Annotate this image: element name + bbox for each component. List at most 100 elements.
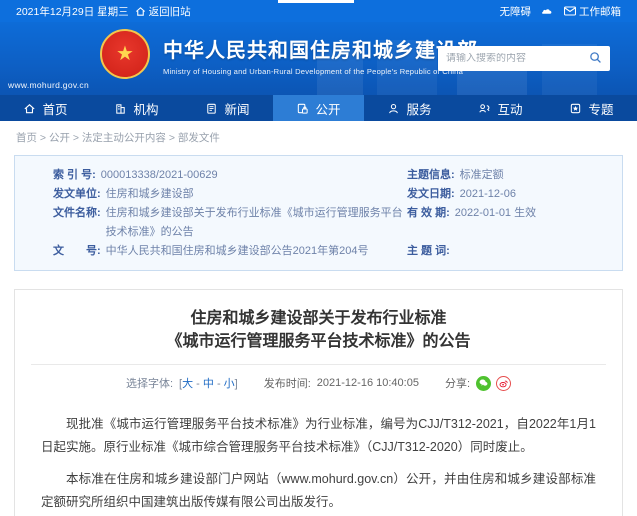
service-person-icon	[387, 102, 400, 115]
title-divider	[31, 364, 606, 365]
info-row: 索 引 号: 000013338/2021-00629 主题信息: 标准定额	[15, 166, 622, 185]
info-label: 索 引 号:	[53, 169, 96, 181]
font-size-medium-link[interactable]: 中	[203, 378, 214, 390]
search-box	[438, 46, 610, 71]
nav-label: 机构	[133, 102, 159, 117]
info-cell-valid-date: 有 效 期: 2022-01-01 生效	[407, 204, 622, 242]
nav-item-home[interactable]: 首页	[0, 95, 91, 121]
font-select-label: 选择字体:	[125, 378, 174, 390]
nav-label: 专题	[588, 102, 614, 117]
envelope-icon	[564, 6, 576, 16]
topbar-right: 无障碍 工作邮箱	[500, 4, 622, 19]
topbar-left: 2021年12月29日 星期三 返回旧站	[16, 4, 191, 19]
site-titles: 中华人民共和国住房和城乡建设部 Ministry of Housing and …	[163, 34, 478, 76]
nav-label: 公开	[315, 102, 341, 117]
info-label: 主 题 词:	[407, 245, 450, 257]
top-strip-decoration	[278, 0, 354, 3]
info-cell-issue-date: 发文日期: 2021-12-06	[407, 185, 622, 204]
info-cell-index-number: 索 引 号: 000013338/2021-00629	[15, 166, 407, 185]
info-value: 标准定额	[459, 169, 504, 181]
info-label: 发文单位:	[53, 188, 101, 200]
info-cell-topic-info: 主题信息: 标准定额	[407, 166, 622, 185]
accessibility-label: 无障碍	[499, 5, 532, 18]
info-value: 2021-12-06	[459, 188, 516, 200]
site-url: www.mohurd.gov.cn	[8, 80, 90, 90]
info-label: 主题信息:	[407, 169, 455, 181]
emblem-star-icon: ★	[116, 43, 134, 65]
info-value: 2022-01-01 生效	[454, 207, 537, 219]
article-title-line1: 住房和城乡建设部关于发布行业标准	[190, 310, 447, 327]
breadcrumb[interactable]: 首页 > 公开 > 法定主动公开内容 > 部发文件	[0, 121, 637, 151]
share-wechat-icon[interactable]	[476, 375, 492, 391]
font-size-large-link[interactable]: 大	[182, 378, 193, 390]
share-icons	[476, 375, 512, 391]
main-nav: 首页 机构 新闻 公开 服务 互动 专题	[0, 95, 637, 121]
info-row: 文件名称: 住房和城乡建设部关于发布行业标准《城市运行管理服务平台技术标准》的公…	[15, 204, 622, 242]
info-row: 发文单位: 住房和城乡建设部 发文日期: 2021-12-06	[15, 185, 622, 204]
nav-item-interaction[interactable]: 互动	[455, 95, 546, 121]
site-name: 中华人民共和国住房和城乡建设部	[163, 40, 478, 62]
current-date: 2021年12月29日 星期三	[16, 5, 129, 18]
info-row: 文 号: 中华人民共和国住房和城乡建设部公告2021年第204号 主 题 词:	[15, 242, 622, 261]
search-button[interactable]	[589, 51, 602, 67]
info-cell-document-number: 文 号: 中华人民共和国住房和城乡建设部公告2021年第204号	[15, 242, 407, 261]
topic-star-icon	[569, 102, 582, 115]
search-input[interactable]	[446, 53, 589, 64]
font-separator: -	[213, 378, 224, 390]
site-name-english: Ministry of Housing and Urban-Rural Deve…	[163, 67, 464, 76]
bracket: ]	[234, 378, 238, 390]
share-weibo-icon[interactable]	[496, 375, 512, 391]
nav-item-disclosure[interactable]: 公开	[273, 95, 364, 121]
publish-time-value: 2021-12-16 10:40:05	[316, 377, 419, 389]
font-size-selector: [大 - 中 - 小]	[179, 375, 238, 391]
search-icon	[589, 51, 602, 67]
national-emblem-logo: ★	[100, 29, 150, 79]
article-box: 住房和城乡建设部关于发布行业标准 《城市运行管理服务平台技术标准》的公告 选择字…	[14, 289, 623, 516]
building-icon	[114, 102, 127, 115]
top-utility-bar: 2021年12月29日 星期三 返回旧站 无障碍 工作邮箱	[0, 0, 637, 22]
nav-label: 服务	[406, 102, 432, 117]
news-icon	[205, 102, 218, 115]
work-mailbox-link[interactable]: 工作邮箱	[564, 4, 621, 19]
info-label: 有 效 期:	[407, 207, 450, 219]
article-title-line2: 《城市运行管理服务平台技术标准》的公告	[166, 333, 471, 350]
font-separator: -	[193, 378, 203, 390]
info-cell-keywords: 主 题 词:	[407, 242, 622, 261]
document-info-box: 索 引 号: 000013338/2021-00629 主题信息: 标准定额 发…	[14, 155, 623, 271]
info-value: 住房和城乡建设部	[105, 188, 194, 200]
publish-time-label: 发布时间:	[263, 378, 311, 390]
article-title: 住房和城乡建设部关于发布行业标准 《城市运行管理服务平台技术标准》的公告	[41, 307, 596, 353]
comment-cloud-icon[interactable]	[541, 6, 554, 17]
nav-label: 新闻	[224, 102, 250, 117]
nav-item-topics[interactable]: 专题	[546, 95, 637, 121]
font-size-small-link[interactable]: 小	[224, 378, 235, 390]
home-icon	[23, 102, 36, 115]
article-body: 现批准《城市运行管理服务平台技术标准》为行业标准，编号为CJJ/T312-202…	[41, 413, 596, 514]
info-value: 000013338/2021-00629	[100, 169, 218, 181]
page: 2021年12月29日 星期三 返回旧站 无障碍 工作邮箱 ★ www.mohu…	[0, 0, 637, 516]
article-meta-bar: 选择字体: [大 - 中 - 小] 发布时间: 2021-12-16 10:40…	[41, 375, 596, 391]
site-header: ★ www.mohurd.gov.cn 中华人民共和国住房和城乡建设部 Mini…	[0, 22, 637, 95]
info-cell-document-title: 文件名称: 住房和城乡建设部关于发布行业标准《城市运行管理服务平台技术标准》的公…	[15, 204, 407, 242]
nav-label: 互动	[497, 102, 523, 117]
share-label: 分享:	[444, 378, 471, 390]
work-mailbox-label: 工作邮箱	[579, 5, 621, 18]
home-icon	[135, 6, 146, 17]
interaction-icon	[478, 102, 491, 115]
info-label: 文件名称:	[53, 207, 101, 219]
nav-item-news[interactable]: 新闻	[182, 95, 273, 121]
nav-label: 首页	[42, 102, 68, 117]
nav-item-service[interactable]: 服务	[364, 95, 455, 121]
disclosure-icon	[296, 102, 309, 115]
info-label: 发文日期:	[407, 188, 455, 200]
accessibility-link[interactable]: 无障碍	[500, 4, 532, 19]
info-value: 住房和城乡建设部关于发布行业标准《城市运行管理服务平台技术标准》的公告	[105, 207, 403, 238]
info-cell-issuing-unit: 发文单位: 住房和城乡建设部	[15, 185, 407, 204]
back-old-site-link[interactable]: 返回旧站	[135, 4, 191, 19]
article-paragraph: 现批准《城市运行管理服务平台技术标准》为行业标准，编号为CJJ/T312-202…	[41, 417, 596, 454]
info-value: 中华人民共和国住房和城乡建设部公告2021年第204号	[105, 245, 369, 257]
article-paragraph: 本标准在住房和城乡建设部门户网站（www.mohurd.gov.cn）公开，并由…	[41, 472, 596, 509]
back-old-site-label: 返回旧站	[148, 5, 191, 18]
info-label: 文 号:	[53, 245, 101, 257]
nav-item-org[interactable]: 机构	[91, 95, 182, 121]
